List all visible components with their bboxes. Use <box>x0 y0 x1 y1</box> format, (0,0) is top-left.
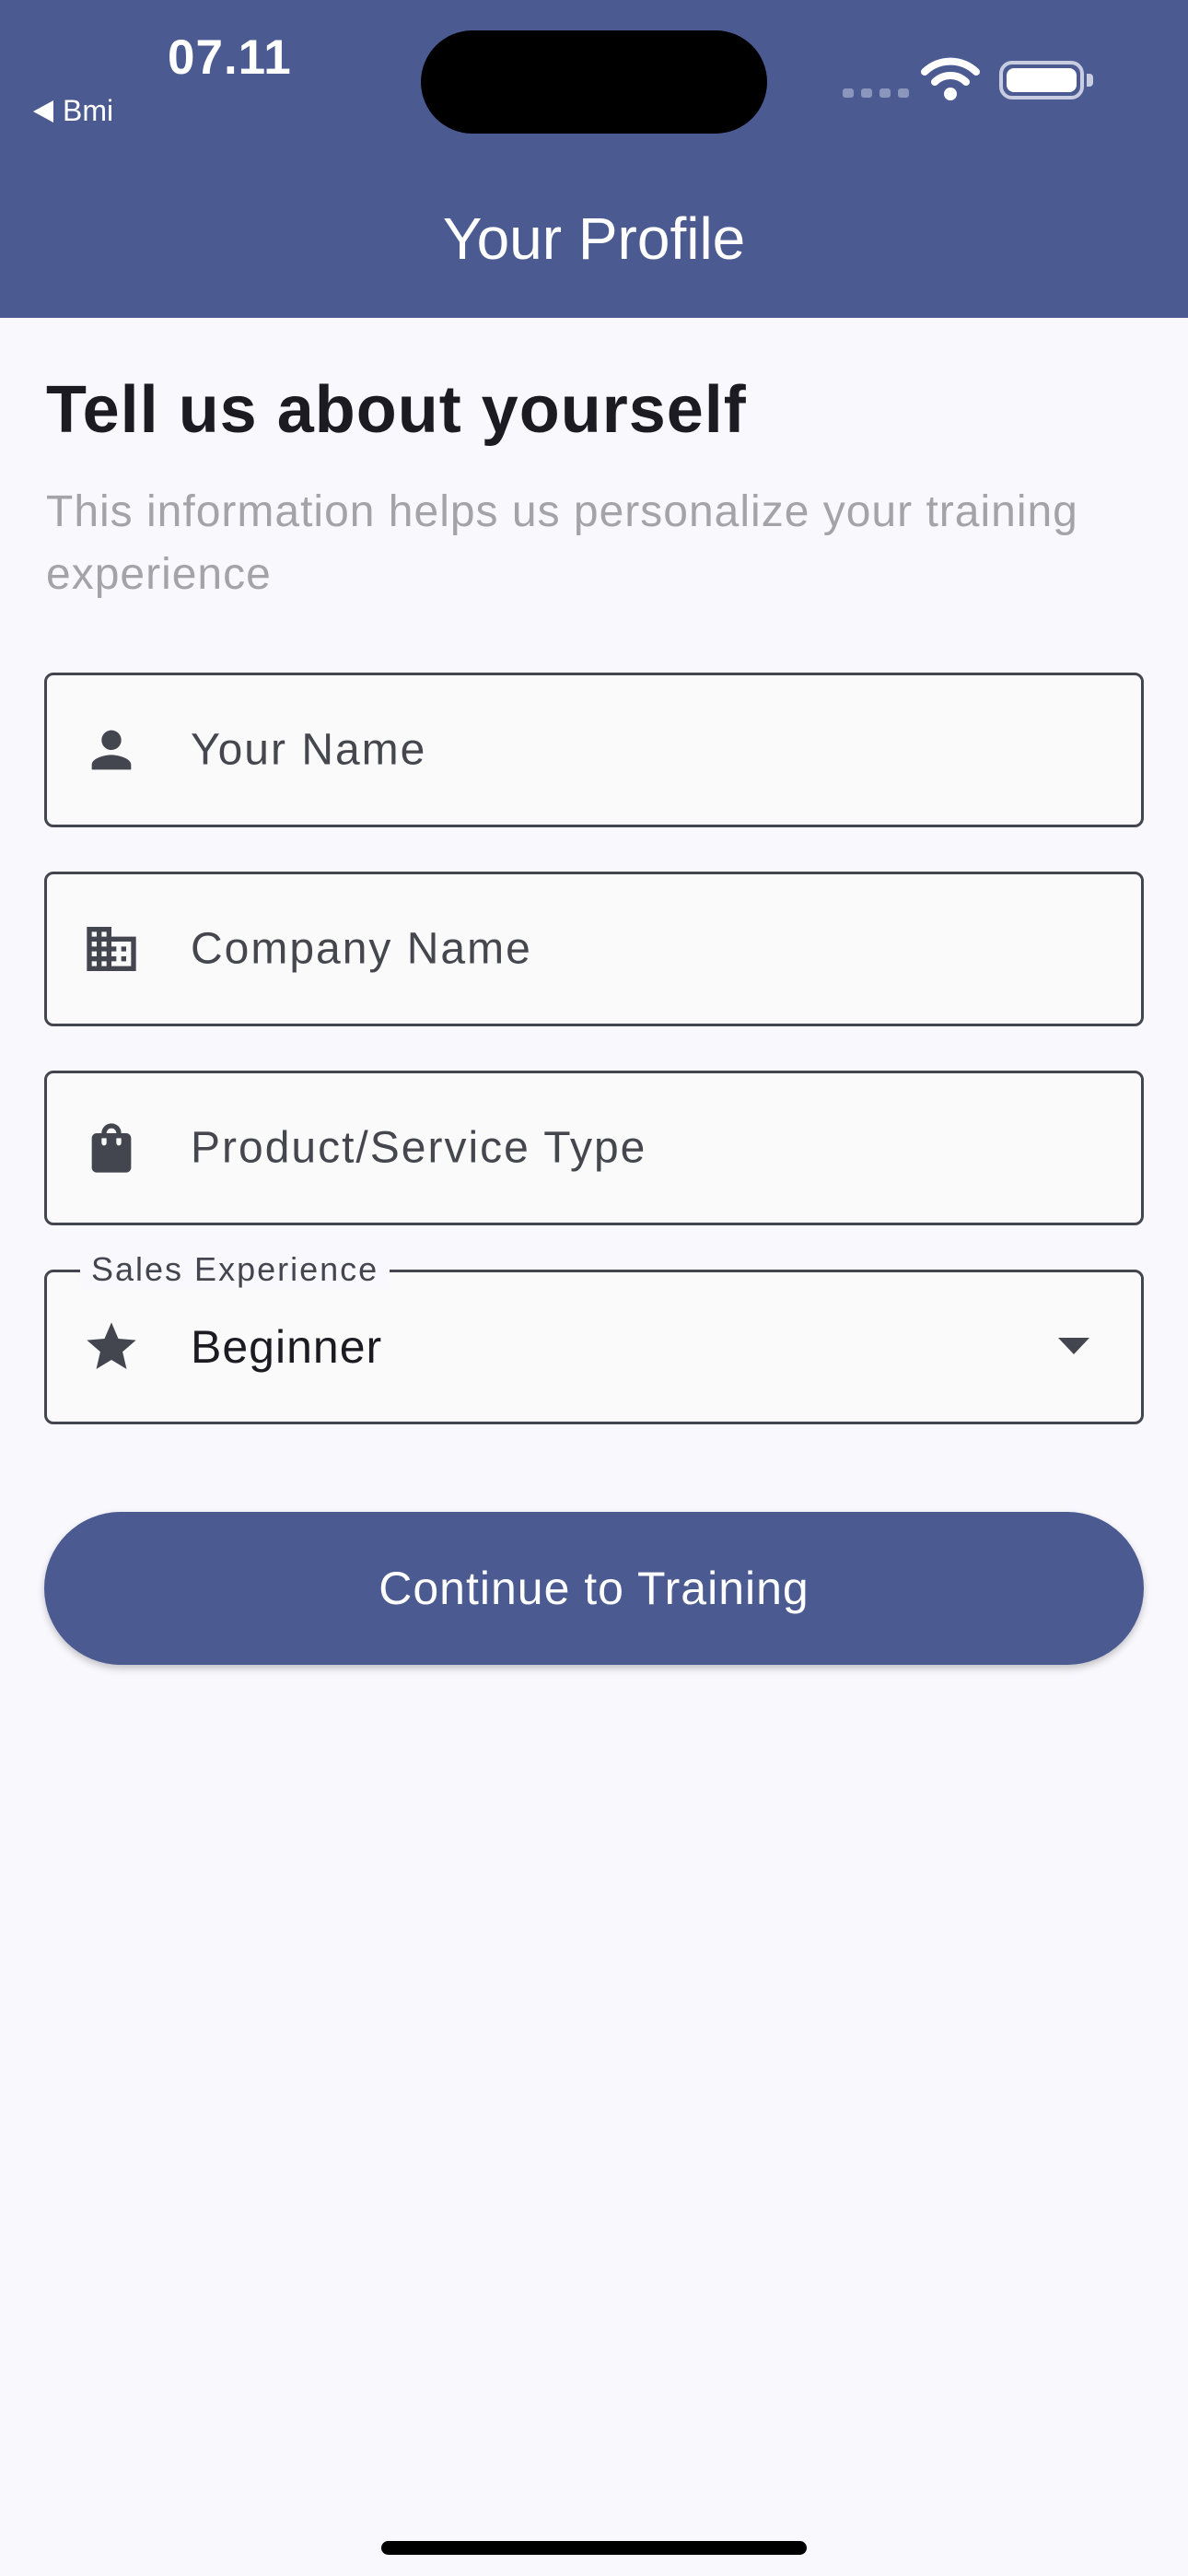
form-description: This information helps us personalize yo… <box>46 487 1078 599</box>
app-header: 07.11 Bmi Your Profile <box>0 0 1188 318</box>
product-type-placeholder: Product/Service Type <box>191 1123 647 1173</box>
wifi-icon <box>921 57 980 100</box>
sales-experience-value: Beginner <box>191 1321 383 1373</box>
business-icon <box>87 927 136 971</box>
cellular-signal-icon <box>843 88 909 98</box>
back-to-app-link[interactable]: Bmi <box>33 94 113 128</box>
product-type-field[interactable]: Product/Service Type <box>44 1071 1144 1225</box>
name-field[interactable]: Your Name <box>44 673 1144 827</box>
back-app-label: Bmi <box>63 94 114 127</box>
sales-experience-dropdown[interactable]: Sales Experience Beginner <box>44 1250 1144 1424</box>
status-time: 07.11 <box>168 30 292 85</box>
company-field-placeholder: Company Name <box>191 924 532 974</box>
company-field[interactable]: Company Name <box>44 872 1144 1026</box>
dynamic-island <box>421 30 767 134</box>
continue-to-training-button[interactable]: Continue to Training <box>44 1512 1144 1665</box>
home-indicator[interactable] <box>381 2541 807 2555</box>
page-title: Your Profile <box>442 205 746 272</box>
battery-icon <box>999 61 1093 100</box>
dropdown-arrow-icon <box>1058 1338 1089 1354</box>
form-heading: Tell us about yourself <box>46 373 747 447</box>
sales-experience-label: Sales Experience <box>80 1250 390 1289</box>
name-field-placeholder: Your Name <box>191 725 427 775</box>
shopping-bag-icon <box>91 1123 132 1173</box>
star-icon <box>87 1322 136 1369</box>
person-icon <box>91 730 132 770</box>
back-arrow-icon <box>33 100 53 123</box>
